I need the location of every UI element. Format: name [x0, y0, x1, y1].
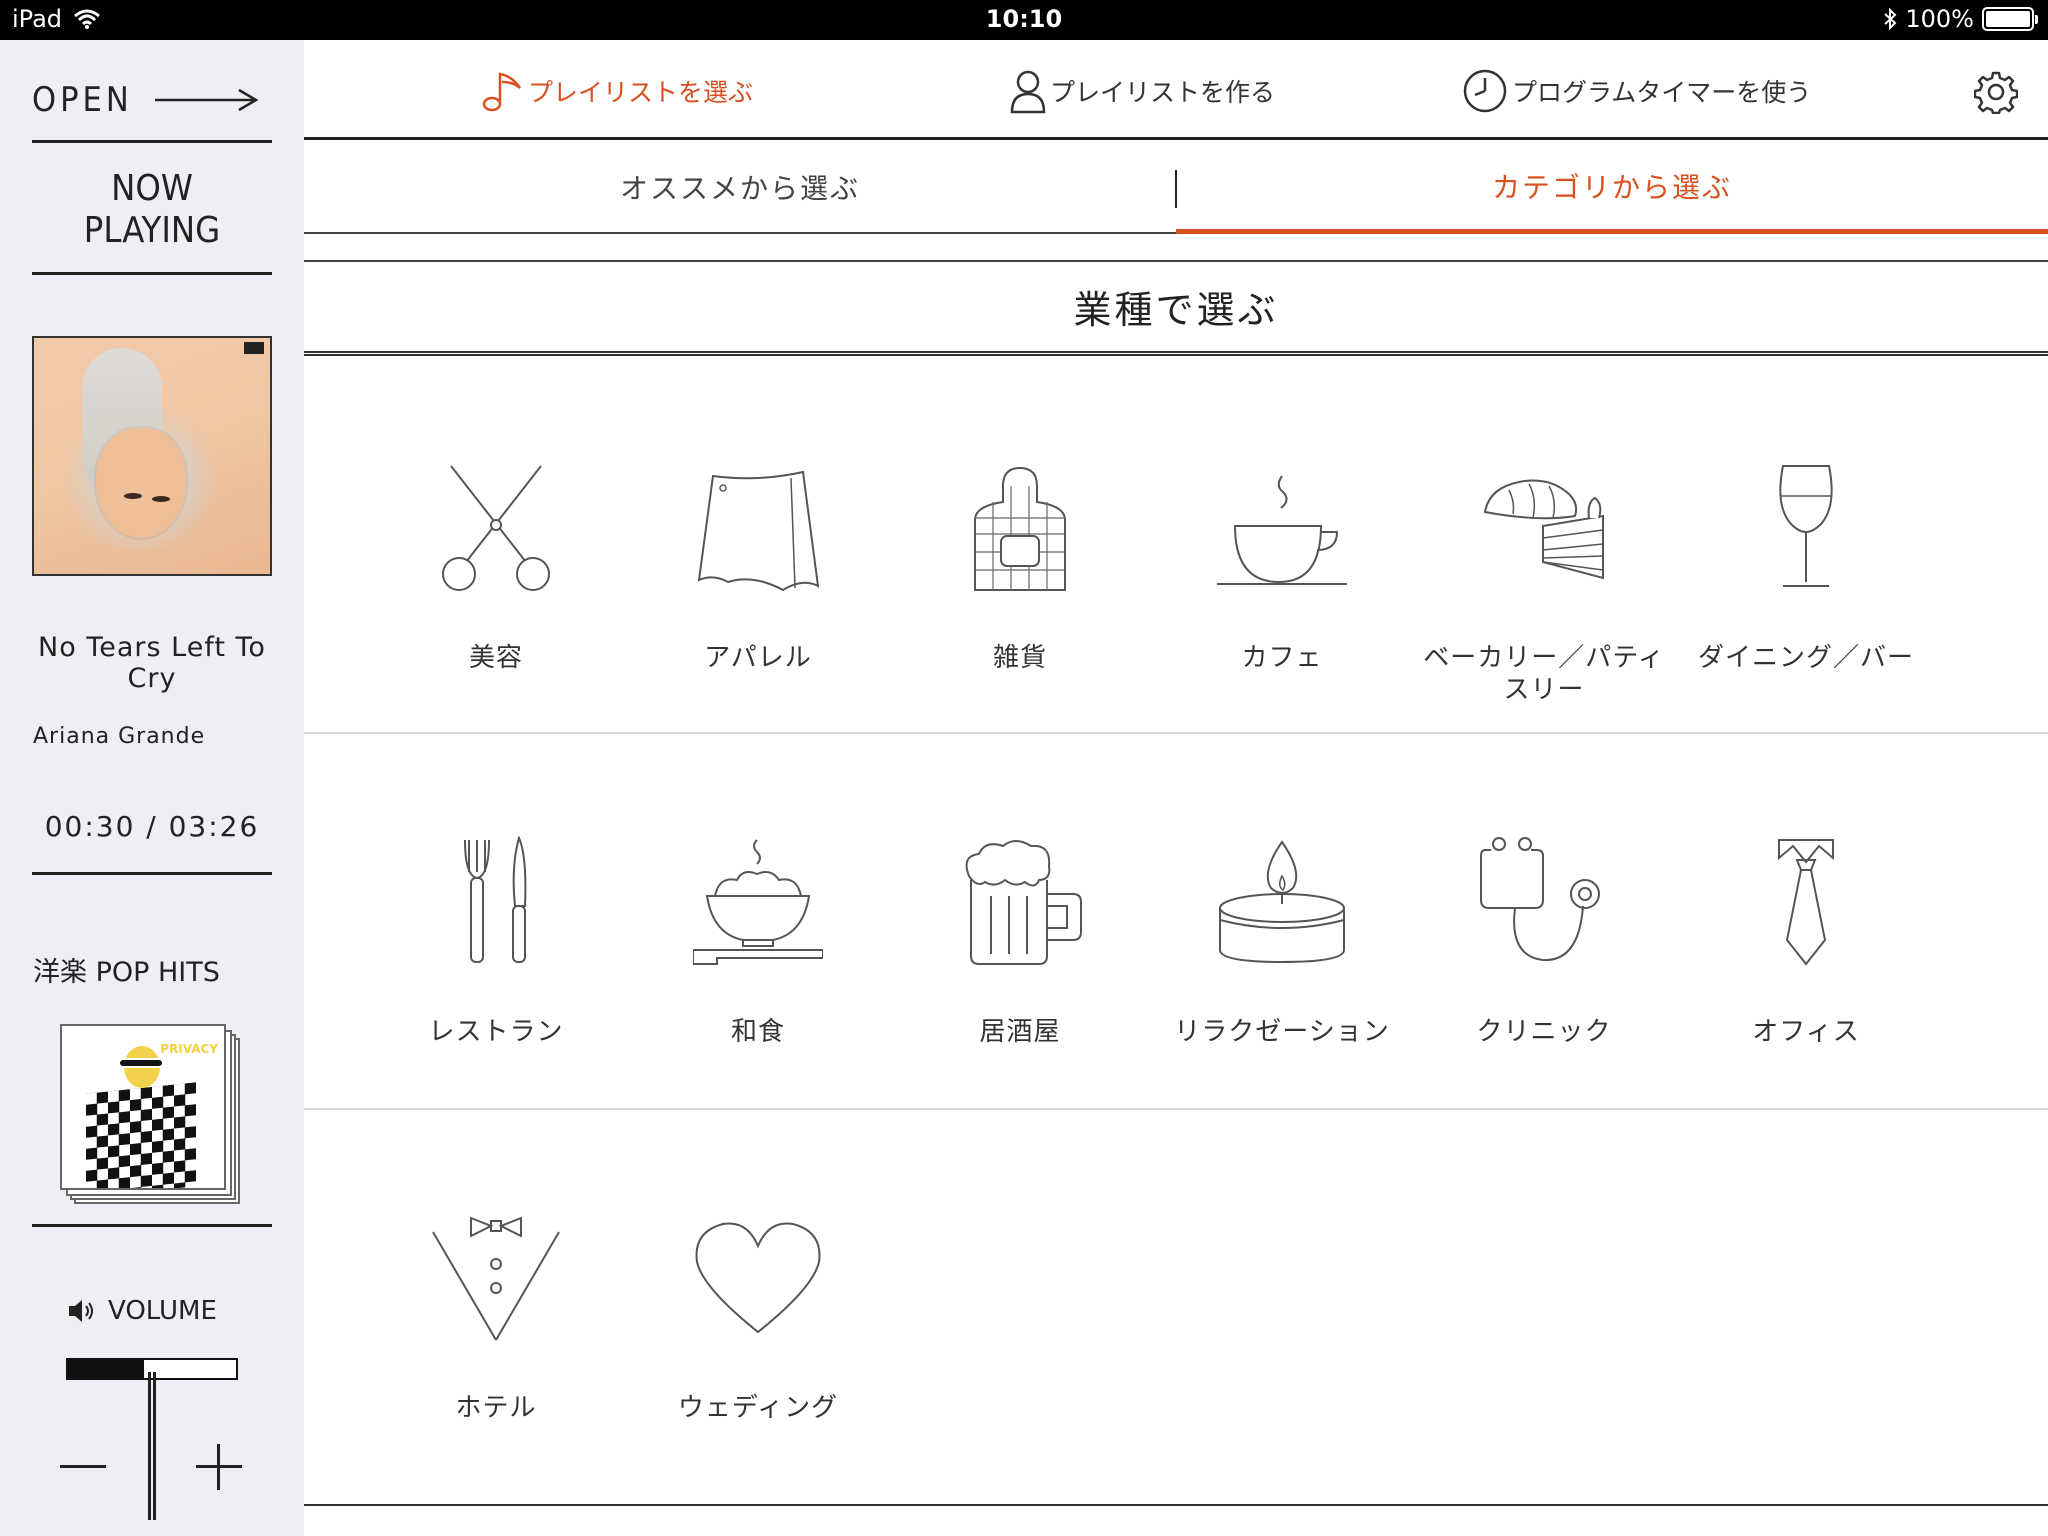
- divider: [32, 272, 272, 275]
- volume-down-button[interactable]: [58, 1442, 108, 1492]
- person-icon: [1010, 70, 1046, 114]
- open-label: OPEN: [32, 80, 133, 120]
- main-content: プレイリストを選ぶ プレイリストを作る プログラムタイマーを使う オススメから選…: [304, 40, 2048, 1536]
- category-label: 和食: [730, 1017, 785, 1047]
- category-label: オフィス: [1752, 1017, 1860, 1047]
- speaker-icon: [69, 1300, 93, 1322]
- now-playing-line-1: NOW: [111, 168, 193, 209]
- divider: [304, 1504, 2048, 1506]
- category-label: 美容: [468, 643, 523, 673]
- category-beauty[interactable]: 美容: [366, 382, 626, 722]
- advisory-label: [244, 342, 264, 354]
- category-label: ウェディング: [677, 1393, 839, 1423]
- divider: [32, 872, 272, 875]
- category-label: クリニック: [1476, 1017, 1612, 1047]
- category-label: リラクゼーション: [1174, 1017, 1390, 1047]
- volume-heading: VOLUME: [66, 1296, 217, 1326]
- album-cover[interactable]: [32, 336, 272, 576]
- scissors-icon: [442, 465, 550, 591]
- category-relaxation[interactable]: リラクゼーション: [1152, 756, 1412, 1096]
- tab-category[interactable]: カテゴリから選ぶ: [1176, 142, 2048, 234]
- category-hotel[interactable]: ホテル: [366, 1132, 626, 1472]
- sub-tabs: オススメから選ぶ カテゴリから選ぶ: [304, 142, 2048, 234]
- category-dining-bar[interactable]: ダイニング／バー: [1676, 382, 1936, 722]
- open-button[interactable]: OPEN: [32, 70, 272, 130]
- tab-separator: [1175, 170, 1177, 208]
- tuxedo-icon: [432, 1216, 560, 1341]
- nav-label: プログラムタイマーを使う: [1512, 78, 1812, 107]
- tab-recommended[interactable]: オススメから選ぶ: [304, 142, 1176, 234]
- section-title-text: 業種で選ぶ: [1073, 288, 1279, 332]
- category-office[interactable]: オフィス: [1676, 756, 1936, 1096]
- top-navigation: プレイリストを選ぶ プレイリストを作る プログラムタイマーを使う: [304, 40, 2048, 140]
- volume-level: [68, 1360, 144, 1378]
- nav-label: プレイリストを作る: [1050, 78, 1276, 107]
- category-clinic[interactable]: クリニック: [1414, 756, 1674, 1096]
- category-row: ホテル ウェディング: [304, 1112, 2048, 1484]
- category-label: ベーカリー／パティスリー: [1423, 643, 1665, 705]
- necktie-icon: [1778, 839, 1834, 966]
- bread-cake-icon: [1483, 479, 1604, 580]
- now-playing-heading: NOW PLAYING: [32, 168, 272, 252]
- tab-label: カテゴリから選ぶ: [1491, 170, 1732, 204]
- tab-label: オススメから選ぶ: [619, 172, 860, 205]
- category-apparel[interactable]: アパレル: [628, 382, 888, 722]
- battery-icon: [1982, 7, 2038, 31]
- gear-icon[interactable]: [1974, 70, 2018, 114]
- category-label: アパレル: [704, 643, 812, 673]
- category-label: カフェ: [1241, 643, 1323, 673]
- heart-icon: [695, 1222, 821, 1334]
- music-note-icon: [482, 72, 522, 112]
- sidebar: OPEN NOW PLAYING No Tears Left To Cry Ar…: [0, 40, 304, 1536]
- battery-percent: 100%: [1905, 5, 1974, 33]
- wine-glass-icon: [1779, 465, 1833, 587]
- candle-icon: [1219, 840, 1345, 964]
- coffee-cup-icon: [1217, 475, 1347, 585]
- category-restaurant[interactable]: レストラン: [366, 756, 626, 1096]
- nav-create-playlist[interactable]: プレイリストを作る: [1010, 68, 1275, 114]
- category-izakaya[interactable]: 居酒屋: [890, 756, 1150, 1096]
- fork-knife-icon: [464, 836, 527, 963]
- nav-select-playlist[interactable]: プレイリストを選ぶ: [480, 68, 753, 114]
- category-wedding[interactable]: ウェディング: [628, 1132, 888, 1472]
- category-goods[interactable]: 雑貨: [890, 382, 1150, 722]
- playlist-artwork: CARDI B PRIVACY: [60, 1024, 226, 1190]
- status-bar: iPad 10:10 100%: [0, 0, 2048, 40]
- nav-program-timer[interactable]: プログラムタイマーを使う: [1462, 68, 1811, 114]
- playback-time: 00:30 / 03:26: [44, 810, 260, 843]
- arrow-right-icon: [154, 88, 259, 112]
- skirt-icon: [697, 470, 820, 592]
- divider: [32, 1224, 272, 1227]
- category-bakery[interactable]: ベーカリー／パティスリー: [1414, 382, 1674, 722]
- category-label: 雑貨: [992, 643, 1047, 673]
- category-cafe[interactable]: カフェ: [1152, 382, 1412, 722]
- bluetooth-icon: [1884, 8, 1897, 30]
- section-title: 業種で選ぶ: [304, 260, 2048, 356]
- category-label: 居酒屋: [979, 1017, 1061, 1047]
- clock-time: 10:10: [985, 5, 1063, 33]
- volume-label: VOLUME: [108, 1296, 217, 1326]
- stethoscope-icon: [1480, 837, 1600, 962]
- divider: [32, 140, 272, 143]
- category-label: ホテル: [455, 1393, 537, 1423]
- playlist-name: 洋楽 POP HITS: [33, 957, 220, 988]
- beer-mug-icon: [965, 840, 1082, 965]
- category-label: ダイニング／バー: [1697, 643, 1914, 673]
- rice-bowl-icon: [693, 839, 823, 965]
- now-playing-line-2: PLAYING: [83, 210, 221, 251]
- category-row: 美容 アパレル 雑貨 カフェ ベーカリー／パティスリー ダイニング／バー: [304, 362, 2048, 734]
- apron-icon: [974, 466, 1066, 591]
- clock-icon: [1463, 69, 1507, 113]
- artist-name: Ariana Grande: [33, 724, 206, 749]
- category-japanese[interactable]: 和食: [628, 756, 888, 1096]
- playlist-cover[interactable]: CARDI B PRIVACY: [60, 1024, 244, 1208]
- category-row: レストラン 和食 居酒屋 リラクゼーション クリニック オフィス: [304, 736, 2048, 1110]
- nav-label: プレイリストを選ぶ: [528, 78, 754, 107]
- volume-up-button[interactable]: [194, 1442, 244, 1492]
- volume-divider: [148, 1372, 156, 1520]
- category-label: レストラン: [428, 1017, 564, 1047]
- track-title: No Tears Left To Cry: [38, 632, 266, 694]
